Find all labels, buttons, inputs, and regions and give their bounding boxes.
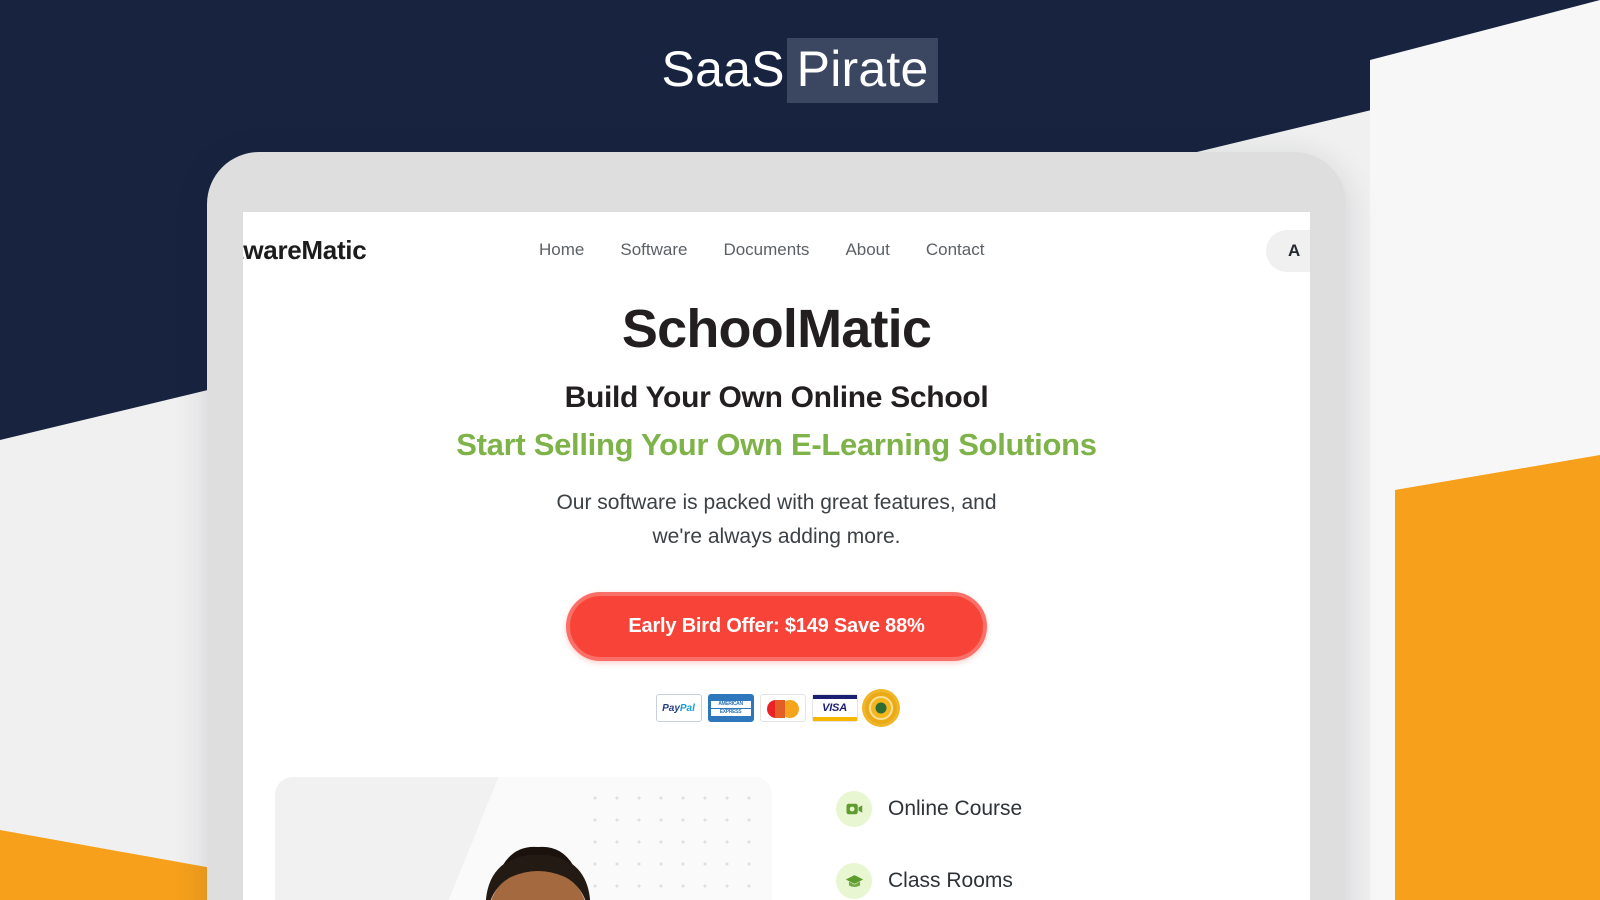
site-navbar: twareMatic Home Software Documents About… xyxy=(243,212,1310,288)
site-nav-links: Home Software Documents About Contact xyxy=(539,240,984,260)
hero-description-line-1: Our software is packed with great featur… xyxy=(556,491,997,515)
visa-bar-top xyxy=(812,695,857,700)
nav-item-contact[interactable]: Contact xyxy=(926,240,985,260)
mastercard-icon xyxy=(759,694,806,723)
feature-item-class-rooms[interactable]: Class Rooms xyxy=(836,863,1022,900)
hero-description: Our software is packed with great featur… xyxy=(243,486,1310,554)
feature-label: Class Rooms xyxy=(888,869,1013,893)
nav-item-about[interactable]: About xyxy=(845,240,889,260)
amex-line-2: EXPRESS xyxy=(710,708,751,716)
feature-label: Online Course xyxy=(888,797,1023,821)
hero-tagline: Start Selling Your Own E-Learning Soluti… xyxy=(456,427,1097,463)
amex-line-1: AMERICAN xyxy=(710,700,751,708)
hero-subtitle: Build Your Own Online School xyxy=(564,381,989,415)
brand-name-highlight: Pirate xyxy=(786,38,939,103)
student-photo xyxy=(486,847,590,900)
visa-text: VISA xyxy=(822,702,847,715)
visa-bar-bottom xyxy=(812,717,857,722)
payment-methods-row: Pay Pal AMERICAN EXPRESS VISA xyxy=(243,691,1310,726)
hero-section: SchoolMatic Build Your Own Online School… xyxy=(243,288,1310,726)
nav-item-documents[interactable]: Documents xyxy=(723,240,809,260)
hero-title: SchoolMatic xyxy=(621,299,932,359)
hero-photo-card xyxy=(275,777,772,900)
early-bird-offer-button[interactable]: Early Bird Offer: $149 Save 88% xyxy=(566,592,987,662)
paypal-text-b: Pal xyxy=(679,702,695,714)
hero-description-line-2: we're always adding more. xyxy=(652,525,901,549)
paypal-text-a: Pay xyxy=(662,702,680,714)
nav-item-home[interactable]: Home xyxy=(539,240,584,260)
feature-list: Online Course Class Rooms xyxy=(836,777,1023,900)
graduation-cap-icon xyxy=(836,863,872,900)
account-button[interactable]: A xyxy=(1266,230,1310,272)
amex-icon: AMERICAN EXPRESS xyxy=(707,694,754,723)
feature-item-online-course[interactable]: Online Course xyxy=(836,791,1023,828)
mastercard-overlap xyxy=(774,700,785,719)
brand-name-primary: SaaS xyxy=(661,41,785,97)
tablet-device-frame: twareMatic Home Software Documents About… xyxy=(207,152,1346,900)
cta-container: Early Bird Offer: $149 Save 88% xyxy=(243,592,1310,662)
orange-shape-right xyxy=(1395,455,1600,900)
paypal-icon: Pay Pal xyxy=(655,694,702,723)
video-course-icon xyxy=(836,791,872,828)
security-seal-icon xyxy=(863,691,898,726)
tablet-screen: twareMatic Home Software Documents About… xyxy=(243,212,1310,900)
feature-section: Online Course Class Rooms xyxy=(243,777,1310,900)
brand-logo: SaaS Pirate xyxy=(661,38,939,103)
visa-icon: VISA xyxy=(811,694,858,723)
site-logo[interactable]: twareMatic xyxy=(243,235,367,266)
nav-item-software[interactable]: Software xyxy=(620,240,687,260)
